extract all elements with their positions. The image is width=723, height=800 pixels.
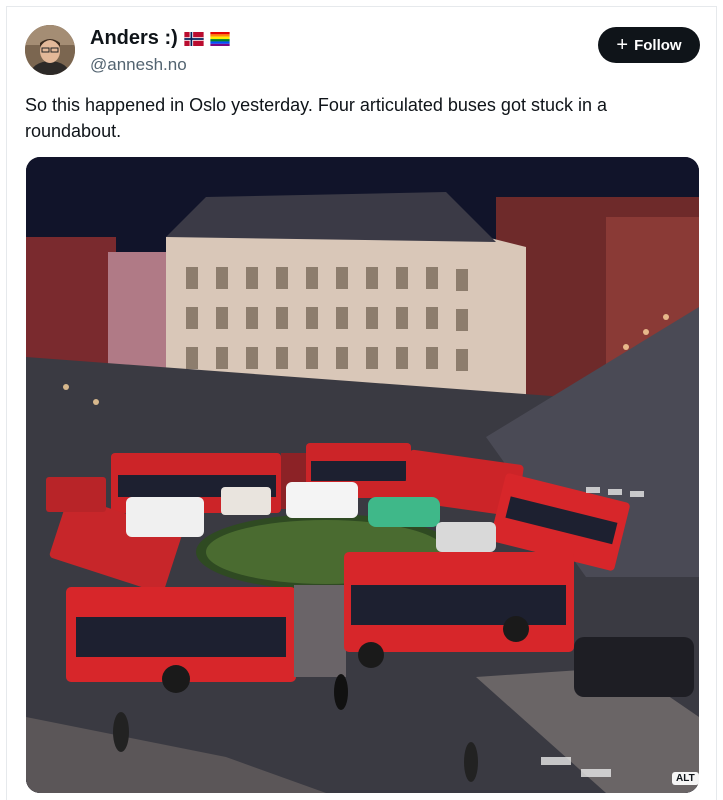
post-image[interactable] <box>26 157 699 793</box>
rainbow-flag-icon <box>210 31 230 46</box>
alt-badge[interactable]: ALT <box>672 772 699 785</box>
follow-button[interactable]: + Follow <box>598 27 700 63</box>
author-display-name[interactable]: Anders :) <box>90 27 178 50</box>
post-text: So this happened in Oslo yesterday. Four… <box>25 95 607 141</box>
roundabout-photo <box>26 157 699 793</box>
avatar-image <box>25 25 75 75</box>
avatar[interactable] <box>25 25 75 75</box>
author-handle[interactable]: @annesh.no <box>90 55 187 75</box>
norway-flag-icon <box>184 31 204 46</box>
plus-icon: + <box>616 34 629 56</box>
author-name-row: Anders :) <box>90 27 230 50</box>
follow-button-label: Follow <box>634 36 682 54</box>
